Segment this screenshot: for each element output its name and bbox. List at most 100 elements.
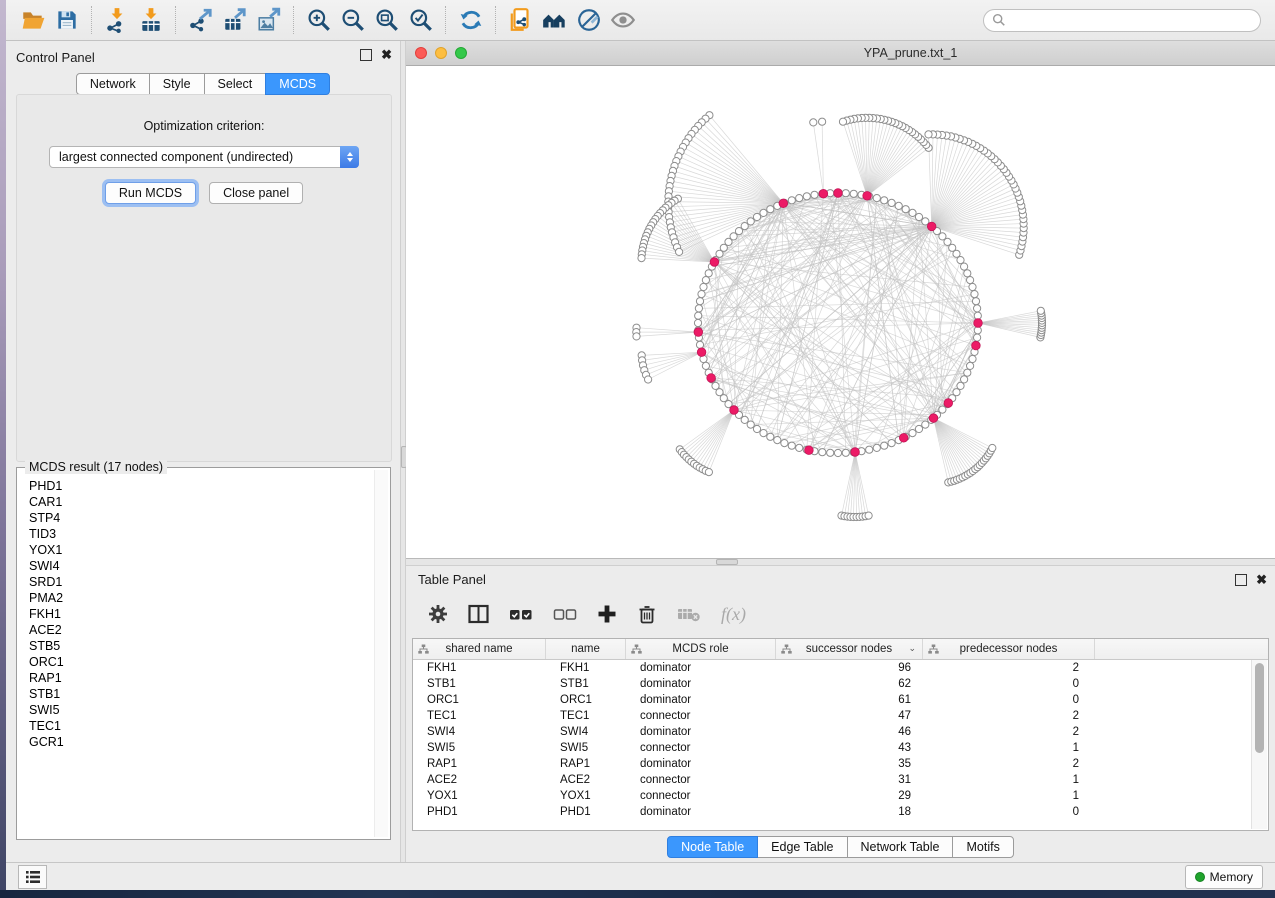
table-cell: 46 [776,726,923,738]
desktop-wallpaper-bottom [0,890,1275,898]
cytoscape-window: Control Panel ✖ NetworkStyleSelectMCDS O… [6,0,1275,890]
task-history-button[interactable] [18,865,47,889]
memory-button[interactable]: Memory [1185,865,1263,889]
close-panel-icon[interactable]: ✖ [1256,575,1267,585]
table-cell: STB1 [546,678,626,690]
table-cell: YOX1 [546,790,626,802]
toggle-columns-icon[interactable] [468,604,489,624]
zoom-in-icon[interactable] [302,5,336,35]
table-cell: dominator [626,662,776,674]
mcds-result-item: TID3 [29,526,373,542]
float-panel-icon[interactable] [1235,574,1247,586]
column-header-name[interactable]: name [546,639,626,659]
table-cell: TEC1 [413,710,546,722]
import-table-icon[interactable] [134,5,168,35]
column-header-successor-nodes[interactable]: successor nodes⌄ [776,639,923,659]
mcds-result-item: GCR1 [29,734,373,750]
run-mcds-button[interactable]: Run MCDS [105,182,196,204]
binoculars-icon[interactable] [538,5,572,35]
column-header-MCDS-role[interactable]: MCDS role [626,639,776,659]
table-row[interactable]: ORC1ORC1dominator610 [413,692,1268,708]
optimization-criterion-dropdown[interactable]: largest connected component (undirected) [49,146,359,168]
control-panel-title: Control Panel [16,50,95,65]
zoom-selected-icon[interactable] [404,5,438,35]
zoom-out-icon[interactable] [336,5,370,35]
close-window-icon[interactable] [415,47,427,59]
float-panel-icon[interactable] [360,49,372,61]
save-session-icon[interactable] [50,5,84,35]
tab-network-table[interactable]: Network Table [847,836,954,858]
table-row[interactable]: PHD1PHD1dominator180 [413,804,1268,820]
table-row[interactable]: FKH1FKH1dominator962 [413,660,1268,676]
main-toolbar [6,0,1275,41]
table-cell: ORC1 [413,694,546,706]
close-panel-button[interactable]: Close panel [209,182,303,204]
share-document-icon[interactable] [504,5,538,35]
network-canvas[interactable] [406,66,1275,558]
open-file-icon[interactable] [16,5,50,35]
add-row-icon[interactable] [597,604,617,624]
node-table[interactable]: shared namenameMCDS rolesuccessor nodes⌄… [412,638,1269,831]
select-all-icon[interactable] [509,604,533,624]
table-panel-title: Table Panel [418,572,486,587]
search-icon [992,13,1006,27]
table-cell: dominator [626,806,776,818]
mcds-result-item: RAP1 [29,670,373,686]
table-cell: connector [626,790,776,802]
mcds-result-item: STP4 [29,510,373,526]
table-cell: ACE2 [413,774,546,786]
deselect-all-icon[interactable] [553,604,577,624]
control-panel-tabs: NetworkStyleSelectMCDS [76,73,330,95]
column-header-shared-name[interactable]: shared name [413,639,546,659]
tab-network[interactable]: Network [76,73,150,95]
table-cell: 1 [923,774,1095,786]
mcds-result-item: ACE2 [29,622,373,638]
table-settings-icon[interactable] [428,604,448,624]
toolbar-search[interactable] [983,9,1261,32]
table-scrollbar[interactable] [1251,660,1267,829]
zoom-fit-icon[interactable] [370,5,404,35]
horizontal-splitter[interactable] [406,559,1275,566]
export-table-icon[interactable] [218,5,252,35]
delete-row-icon[interactable] [637,604,657,624]
table-tabs: Node TableEdge TableNetwork TableMotifs [667,836,1014,858]
tab-motifs[interactable]: Motifs [952,836,1013,858]
splitter-grip[interactable] [716,559,738,565]
table-row[interactable]: RAP1RAP1dominator352 [413,756,1268,772]
table-row[interactable]: SWI4SWI4dominator462 [413,724,1268,740]
refresh-icon[interactable] [454,5,488,35]
table-scrollbar-thumb[interactable] [1255,663,1264,753]
table-row[interactable]: STB1STB1dominator620 [413,676,1268,692]
optimization-label: Optimization criterion: [17,119,391,133]
tab-edge-table[interactable]: Edge Table [757,836,847,858]
network-frame-titlebar[interactable]: YPA_prune.txt_1 [406,41,1275,66]
tab-style[interactable]: Style [149,73,205,95]
close-panel-icon[interactable]: ✖ [381,50,392,60]
list-icon [25,870,41,884]
search-input[interactable] [1011,12,1260,28]
table-row[interactable]: YOX1YOX1connector291 [413,788,1268,804]
table-row[interactable]: TEC1TEC1connector472 [413,708,1268,724]
table-row[interactable]: ACE2ACE2connector311 [413,772,1268,788]
table-row[interactable]: SWI5SWI5connector431 [413,740,1268,756]
eye-icon[interactable] [606,5,640,35]
result-list-scrollbar[interactable] [374,470,388,837]
sort-indicator-icon: ⌄ [908,643,916,654]
tab-select[interactable]: Select [204,73,267,95]
table-cell: connector [626,710,776,722]
table-cell: 18 [776,806,923,818]
table-cell: RAP1 [413,758,546,770]
network-graph[interactable] [406,66,1275,558]
mcds-result-item: STB1 [29,686,373,702]
import-network-icon[interactable] [100,5,134,35]
export-network-icon[interactable] [184,5,218,35]
toolbar-separator [175,6,177,34]
tab-mcds[interactable]: MCDS [265,73,330,95]
export-image-icon[interactable] [252,5,286,35]
annotation-slash-icon[interactable] [572,5,606,35]
table-cell: 0 [923,806,1095,818]
maximize-window-icon[interactable] [455,47,467,59]
tab-node-table[interactable]: Node Table [667,836,758,858]
minimize-window-icon[interactable] [435,47,447,59]
column-header-predecessor-nodes[interactable]: predecessor nodes [923,639,1095,659]
